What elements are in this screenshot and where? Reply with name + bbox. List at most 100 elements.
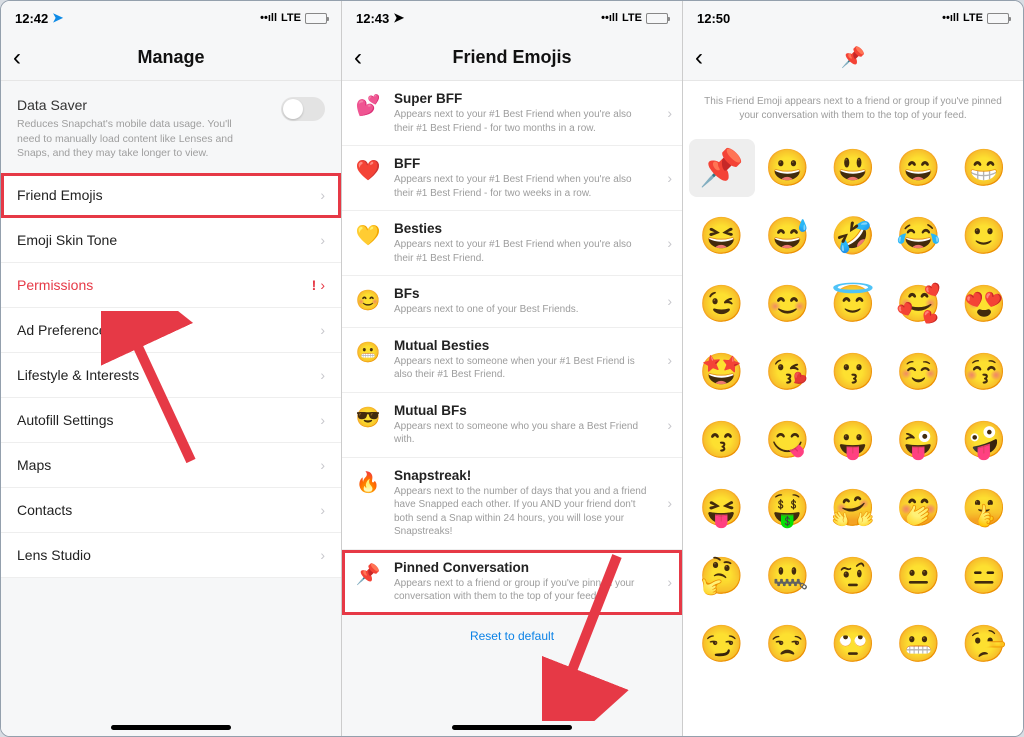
emoji-option[interactable]: 🤔 [689, 547, 755, 605]
item-autofill-settings[interactable]: Autofill Settings › [1, 398, 341, 443]
item-desc: Appears next to the number of days that … [394, 485, 651, 539]
emoji-option[interactable]: 😋 [755, 411, 821, 469]
emoji-option[interactable]: 😚 [951, 343, 1017, 401]
emoji-option[interactable]: 😅 [755, 207, 821, 265]
item-mutual-bfs[interactable]: 😎 Mutual BFsAppears next to someone who … [342, 393, 682, 458]
emoji-option[interactable]: 🤨 [820, 547, 886, 605]
emoji-option[interactable]: 🙂 [951, 207, 1017, 265]
item-maps[interactable]: Maps › [1, 443, 341, 488]
item-mutual-besties[interactable]: 😬 Mutual Besties Appears next to someone … [342, 328, 682, 393]
chevron-right-icon: › [667, 293, 672, 309]
item-pinned-conversation[interactable]: 📌 Pinned ConversationAppears next to a f… [342, 550, 682, 615]
page-title-emoji: 📌 [841, 45, 866, 70]
back-button[interactable]: ‹ [13, 35, 21, 80]
network-label: LTE [281, 12, 301, 24]
signal-icon: ••ıll [260, 12, 277, 24]
item-lifestyle-interests[interactable]: Lifestyle & Interests › [1, 353, 341, 398]
item-label: Lifestyle & Interests [17, 367, 139, 383]
emoji-option[interactable]: 😊 [755, 275, 821, 333]
emoji-option[interactable]: 🤭 [886, 479, 952, 537]
emoji-icon: 😬 [354, 340, 382, 365]
item-permissions[interactable]: Permissions !› [1, 263, 341, 308]
signal-icon: ••ıll [601, 12, 618, 24]
item-bfs[interactable]: 😊 BFsAppears next to one of your Best Fr… [342, 276, 682, 328]
emoji-option[interactable]: 😁 [951, 139, 1017, 197]
chevron-right-icon: › [667, 105, 672, 121]
item-desc: Appears next to one of your Best Friends… [394, 303, 651, 317]
item-label: Contacts [17, 502, 72, 518]
item-ad-preferences[interactable]: Ad Preferences › [1, 308, 341, 353]
emoji-option[interactable]: 😏 [689, 615, 755, 673]
chevron-right-icon: › [320, 412, 325, 428]
emoji-option[interactable]: 😜 [886, 411, 952, 469]
status-bar: 12:42 ➤ ••ıll LTE [1, 1, 341, 35]
emoji-option[interactable]: 🤐 [755, 547, 821, 605]
emoji-option[interactable]: 😉 [689, 275, 755, 333]
emoji-option[interactable]: 🤑 [755, 479, 821, 537]
emoji-option[interactable]: 😛 [820, 411, 886, 469]
emoji-option[interactable]: 🤪 [951, 411, 1017, 469]
emoji-option[interactable]: 🤥 [951, 615, 1017, 673]
emoji-option[interactable]: 🤫 [951, 479, 1017, 537]
emoji-grid: 📌😀😃😄😁 😆😅🤣😂🙂 😉😊😇🥰😍 🤩😘😗☺️😚 😙😋😛😜🤪 😝🤑🤗🤭🤫 🤔🤐🤨😐😑 😏😒🙄😬… [683, 139, 1023, 683]
emoji-option[interactable]: 😝 [689, 479, 755, 537]
emoji-option[interactable]: 😬 [886, 615, 952, 673]
emoji-option[interactable]: 🤣 [820, 207, 886, 265]
item-bff[interactable]: ❤️ BFFAppears next to your #1 Best Frien… [342, 146, 682, 211]
emoji-option[interactable]: ☺️ [886, 343, 952, 401]
item-friend-emojis[interactable]: Friend Emojis › [1, 173, 341, 218]
battery-icon [646, 13, 668, 24]
data-saver-toggle[interactable] [281, 97, 325, 121]
emoji-option[interactable]: 😗 [820, 343, 886, 401]
item-super-bff[interactable]: 💕 Super BFFAppears next to your #1 Best … [342, 81, 682, 146]
emoji-option[interactable]: 🙄 [820, 615, 886, 673]
emoji-option[interactable]: 😄 [886, 139, 952, 197]
item-desc: Appears next to your #1 Best Friend when… [394, 238, 651, 265]
emoji-option[interactable]: 😐 [886, 547, 952, 605]
emoji-option[interactable]: 😒 [755, 615, 821, 673]
status-time: 12:50 [697, 11, 730, 26]
emoji-icon: 💕 [354, 93, 382, 118]
data-saver-section: Data Saver Reduces Snapchat's mobile dat… [1, 81, 341, 173]
emoji-option[interactable]: 😙 [689, 411, 755, 469]
emoji-option[interactable]: 😀 [755, 139, 821, 197]
item-contacts[interactable]: Contacts › [1, 488, 341, 533]
item-title: Super BFF [394, 91, 651, 106]
item-label: Friend Emojis [17, 187, 103, 203]
friend-emojis-content: 💕 Super BFF Appears next to your #1 Best … [342, 81, 682, 736]
emoji-icon: 💛 [354, 223, 382, 248]
emoji-option[interactable]: 🥰 [886, 275, 952, 333]
emoji-icon: 😎 [354, 405, 382, 430]
home-indicator [111, 725, 231, 730]
item-emoji-skin-tone[interactable]: Emoji Skin Tone › [1, 218, 341, 263]
item-desc: Appears next to someone when your #1 Bes… [394, 355, 651, 382]
emoji-icon: 📌 [354, 562, 382, 587]
item-lens-studio[interactable]: Lens Studio › [1, 533, 341, 578]
emoji-option[interactable]: 😘 [755, 343, 821, 401]
chevron-right-icon: › [667, 235, 672, 251]
emoji-option[interactable]: 😂 [886, 207, 952, 265]
manage-list: Friend Emojis › Emoji Skin Tone › Permis… [1, 173, 341, 578]
emoji-option[interactable]: 📌 [689, 139, 755, 197]
data-saver-title: Data Saver [17, 97, 325, 113]
battery-icon [305, 13, 327, 24]
back-button[interactable]: ‹ [354, 35, 362, 80]
item-title: Mutual Besties [394, 338, 651, 353]
emoji-icon: 😊 [354, 288, 382, 313]
emoji-option[interactable]: 🤩 [689, 343, 755, 401]
back-button[interactable]: ‹ [695, 35, 703, 80]
reset-to-default[interactable]: Reset to default [342, 615, 682, 657]
emoji-option[interactable]: 😍 [951, 275, 1017, 333]
screen-manage: 12:42 ➤ ••ıll LTE ‹ Manage Data Saver Re… [1, 1, 342, 736]
item-title: Besties [394, 221, 651, 236]
item-snapstreak[interactable]: 🔥 Snapstreak!Appears next to the number … [342, 458, 682, 550]
emoji-option[interactable]: 🤗 [820, 479, 886, 537]
emoji-option[interactable]: 😃 [820, 139, 886, 197]
data-saver-desc: Reduces Snapchat's mobile data usage. Yo… [17, 117, 257, 161]
home-indicator [452, 725, 572, 730]
emoji-option[interactable]: 😑 [951, 547, 1017, 605]
emoji-option[interactable]: 😆 [689, 207, 755, 265]
item-besties[interactable]: 💛 Besties Appears next to your #1 Best Fr… [342, 211, 682, 276]
chevron-right-icon: › [320, 502, 325, 518]
emoji-option[interactable]: 😇 [820, 275, 886, 333]
